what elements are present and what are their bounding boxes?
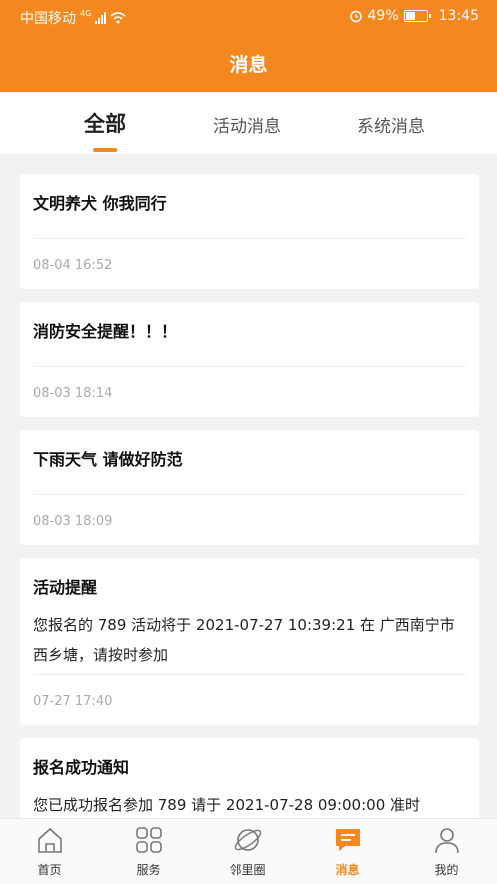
message-card[interactable]: 文明养犬 你我同行 08-04 16:52 — [20, 174, 479, 289]
message-time: 08-03 18:14 — [33, 386, 113, 401]
tab-label: 系统消息 — [357, 117, 425, 137]
message-time: 08-04 16:52 — [33, 258, 113, 273]
active-tab-indicator — [93, 148, 117, 152]
tab-label: 全部 — [84, 112, 126, 136]
clock: 13:45 — [438, 8, 479, 24]
message-time: 08-03 18:09 — [33, 514, 113, 529]
divider — [33, 366, 466, 367]
battery-icon — [403, 10, 431, 22]
planet-icon — [234, 829, 261, 851]
message-time: 07-27 17:40 — [33, 694, 113, 709]
nav-label: 我的 — [434, 863, 459, 877]
alarm-icon — [349, 10, 362, 23]
message-icon — [335, 829, 360, 851]
message-card[interactable]: 报名成功通知 您已成功报名参加 789 请于 2021-07-28 09:00:… — [20, 738, 479, 818]
message-body: 您报名的 789 活动将于 2021-07-27 10:39:21 在 广西南宁… — [33, 616, 455, 664]
divider — [33, 238, 466, 239]
message-card[interactable]: 活动提醒 您报名的 789 活动将于 2021-07-27 10:39:21 在… — [20, 558, 479, 725]
message-card[interactable]: 下雨天气 请做好防范 08-03 18:09 — [20, 430, 479, 545]
message-title: 活动提醒 — [33, 578, 98, 597]
nav-label: 服务 — [136, 863, 161, 877]
nav-item-neighborhood[interactable]: 邻里圈 — [198, 819, 297, 884]
battery-percent: 49% — [367, 8, 399, 24]
tab-activity-messages[interactable]: 活动消息 — [213, 112, 281, 137]
user-icon — [434, 828, 459, 854]
signal-icon — [95, 12, 107, 24]
message-title: 报名成功通知 — [33, 758, 130, 777]
wifi-icon — [110, 12, 126, 24]
tab-label: 活动消息 — [213, 117, 281, 137]
page-title: 消息 — [0, 34, 497, 92]
nav-item-home[interactable]: 首页 — [0, 819, 99, 884]
nav-item-messages[interactable]: 消息 — [298, 819, 397, 884]
nav-item-services[interactable]: 服务 — [99, 819, 198, 884]
tab-all[interactable]: 全部 — [84, 108, 126, 152]
grid-icon — [135, 827, 162, 853]
home-icon — [37, 827, 62, 853]
carrier-label: 中国移动 — [20, 11, 76, 27]
divider — [33, 674, 466, 675]
nav-item-profile[interactable]: 我的 — [397, 819, 496, 884]
nav-label: 消息 — [335, 863, 360, 877]
network-label: 4G — [80, 8, 92, 18]
status-bar: 中国移动 4G 49% 13:45 — [0, 0, 497, 34]
message-body: 您已成功报名参加 789 请于 2021-07-28 09:00:00 准时 — [33, 796, 421, 814]
nav-label: 首页 — [37, 863, 62, 877]
message-list: 文明养犬 你我同行 08-04 16:52 消防安全提醒！！！ 08-03 18… — [0, 174, 497, 818]
message-title: 消防安全提醒！！！ — [33, 322, 178, 341]
nav-label: 邻里圈 — [229, 863, 266, 877]
tab-system-messages[interactable]: 系统消息 — [357, 112, 425, 137]
bottom-nav: 首页 服务 邻里圈 消息 我的 — [0, 818, 497, 884]
message-tabs: 全部 活动消息 系统消息 — [0, 92, 497, 154]
message-card[interactable]: 消防安全提醒！！！ 08-03 18:14 — [20, 302, 479, 417]
message-title: 文明养犬 你我同行 — [33, 194, 167, 213]
divider — [33, 494, 466, 495]
message-title: 下雨天气 请做好防范 — [33, 450, 183, 469]
